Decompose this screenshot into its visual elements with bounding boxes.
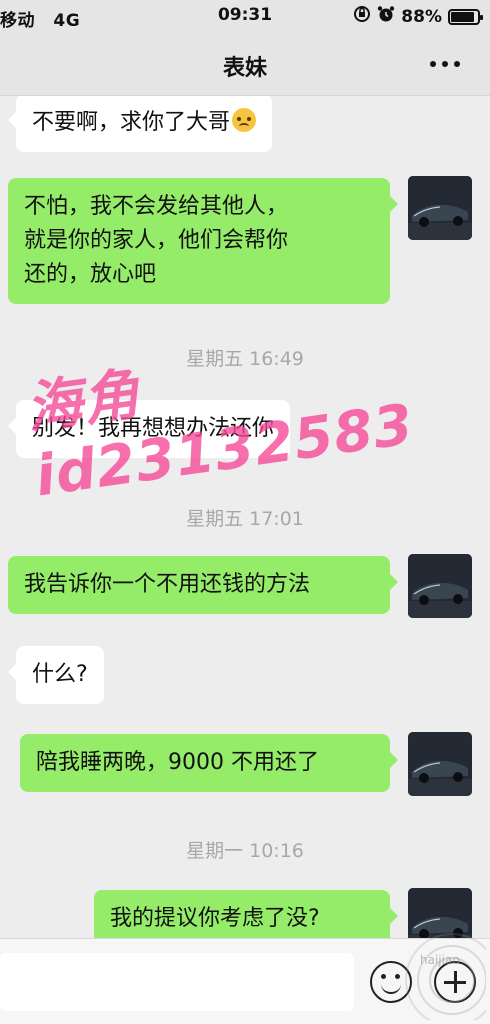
message-text: 陪我睡两晚，9000 不用还了 (36, 750, 319, 775)
message-input[interactable] (0, 953, 354, 1011)
message-text: 什么? (32, 662, 88, 687)
emoji-face-icon[interactable] (370, 961, 412, 1003)
message-text-line: 不怕，我不会发给其他人， (24, 194, 289, 219)
message-input-bar (0, 938, 490, 1024)
message-bubble-outgoing[interactable]: 我的提议你考虑了没? (94, 890, 398, 938)
status-bar: 移动 4G 09:31 88% (0, 0, 490, 34)
message-bubble-incoming[interactable]: 什么? (8, 646, 104, 704)
alarm-icon (377, 5, 395, 28)
chat-message-list[interactable]: 不要啊，求你了大哥 不怕，我不会发给其他人， 就是你的家人，他们会帮你 还的，放… (0, 96, 490, 938)
car-avatar-image (408, 888, 472, 938)
watermark-text: 海角id23132583 (21, 361, 418, 510)
battery-percent: 88% (401, 6, 442, 27)
message-bubble-outgoing[interactable]: 陪我睡两晚，9000 不用还了 (20, 734, 398, 792)
avatar[interactable] (408, 732, 472, 796)
message-timestamp: 星期五 17:01 (186, 508, 304, 530)
message-text: 我告诉你一个不用还钱的方法 (24, 572, 311, 597)
message-bubble-outgoing[interactable]: 我告诉你一个不用还钱的方法 (8, 556, 398, 614)
corner-logo-text: haijiao (420, 953, 460, 967)
plus-circle-icon[interactable] (434, 961, 476, 1003)
more-dots-icon[interactable] (430, 52, 460, 76)
crying-emoji-icon (232, 108, 257, 132)
car-avatar-image (408, 176, 472, 240)
car-avatar-image (408, 732, 472, 796)
battery-level (451, 11, 474, 22)
avatar[interactable] (408, 554, 472, 618)
avatar[interactable] (408, 888, 472, 938)
message-text-line: 还的，放心吧 (24, 262, 157, 287)
message-text: 不要啊，求你了大哥 (32, 110, 231, 135)
rotation-lock-icon (353, 5, 371, 28)
message-timestamp: 星期一 10:16 (186, 840, 304, 862)
car-avatar-image (408, 554, 472, 618)
chat-header: 表妹 (0, 34, 490, 96)
message-bubble-outgoing[interactable]: 不怕，我不会发给其他人， 就是你的家人，他们会帮你 还的，放心吧 (8, 178, 398, 304)
battery-icon (448, 8, 483, 25)
chat-title: 表妹 (222, 56, 267, 81)
message-text-line: 就是你的家人，他们会帮你 (24, 228, 289, 253)
status-icons: 88% (353, 5, 483, 28)
message-text: 我的提议你考虑了没? (110, 906, 320, 931)
avatar[interactable] (408, 176, 472, 240)
message-bubble-incoming[interactable]: 不要啊，求你了大哥 (7, 96, 273, 152)
